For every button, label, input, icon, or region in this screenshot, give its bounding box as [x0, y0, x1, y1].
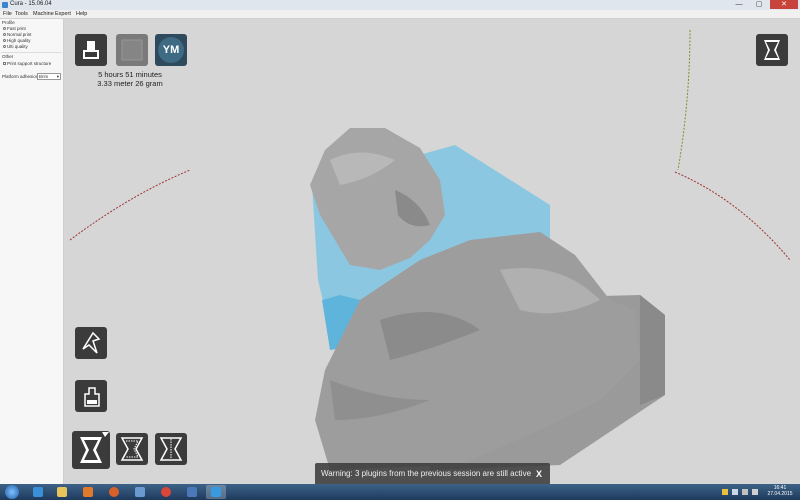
profile-normal[interactable]: Normal print [3, 32, 32, 37]
menu-expert[interactable]: Expert [55, 11, 71, 17]
scale-icon [84, 387, 100, 407]
print-icon [121, 39, 143, 61]
taskbar-clock[interactable]: 16:41 27.04.2015 [762, 485, 798, 497]
taskbar-firefox[interactable] [104, 485, 124, 499]
profile-ulti[interactable]: Ulti quality [3, 44, 28, 49]
close-button[interactable]: ✕ [770, 0, 798, 9]
profile-high[interactable]: High quality [3, 38, 31, 43]
scene-canvas [69, 29, 791, 470]
mirror-x-button[interactable] [116, 433, 148, 465]
3d-viewport[interactable] [64, 19, 800, 484]
print-info: 5 hours 51 minutes 3.33 meter 26 gram [90, 70, 170, 88]
user-account-button[interactable]: YM [155, 34, 187, 66]
mirror-x-icon [120, 437, 144, 461]
clock-date: 27.04.2015 [767, 491, 793, 497]
tray-volume-icon[interactable] [752, 489, 758, 495]
warning-notification: Warning: 3 plugins from the previous ses… [315, 463, 550, 485]
radio-icon [3, 39, 6, 43]
mirror-y-icon [159, 437, 183, 461]
load-model-icon [83, 41, 99, 59]
minimize-button[interactable]: — [730, 0, 748, 9]
app-icon [2, 2, 8, 8]
rotate-icon [82, 331, 101, 354]
view-mode-button[interactable] [756, 34, 788, 66]
other-label: Other [2, 54, 14, 59]
tray-monitor-icon[interactable] [732, 489, 738, 495]
window-title: Cura - 15.06.04 [10, 1, 52, 7]
browser-icon [33, 487, 43, 497]
checkbox-icon [3, 62, 6, 66]
mirror-icon [80, 432, 109, 463]
profile-fast[interactable]: Fast print [3, 26, 26, 31]
rotate-tool-button[interactable] [75, 327, 107, 359]
firefox-icon [109, 487, 119, 497]
build-plate-edge-left [69, 169, 191, 241]
taskbar-app2[interactable] [182, 485, 202, 499]
warning-close-button[interactable]: X [532, 463, 546, 485]
menu-file[interactable]: File [3, 11, 12, 17]
taskbar-media[interactable] [78, 485, 98, 499]
radio-icon [3, 27, 6, 31]
folder-icon [57, 487, 67, 497]
material-usage: 3.33 meter 26 gram [97, 79, 163, 88]
build-volume-edge [677, 29, 691, 171]
cura-icon [211, 487, 221, 497]
radio-icon [3, 33, 6, 37]
print-button[interactable] [116, 34, 148, 66]
menu-tools[interactable]: Tools [15, 11, 28, 17]
mirror-tool-button[interactable] [72, 431, 110, 469]
divider [1, 52, 62, 53]
settings-panel: Profile Fast print Normal print High qua… [0, 19, 64, 484]
app-icon [135, 487, 145, 497]
taskbar-app[interactable] [130, 485, 150, 499]
menu-machine[interactable]: Machine [33, 11, 54, 17]
warning-text: Warning: 3 plugins from the previous ses… [321, 469, 532, 478]
tray-network-icon[interactable] [742, 489, 748, 495]
taskbar-chrome[interactable] [156, 485, 176, 499]
support-checkbox[interactable]: Print support structure [3, 61, 51, 66]
taskbar: 16:41 27.04.2015 [0, 484, 800, 500]
maximize-button[interactable]: ▢ [750, 0, 768, 9]
taskbar-cura[interactable] [206, 485, 226, 499]
taskbar-explorer[interactable] [52, 485, 72, 499]
build-plate-edge-right [674, 171, 791, 261]
media-icon [83, 487, 93, 497]
adhesion-label: Platform adhesion [2, 74, 39, 79]
view-mode-icon [764, 40, 780, 60]
chevron-down-icon: ▾ [56, 74, 59, 79]
adhesion-select[interactable]: Brim ▾ [37, 73, 61, 80]
tray-flag-icon[interactable] [722, 489, 728, 495]
model-base-side [640, 295, 665, 405]
app-icon [187, 487, 197, 497]
title-bar: Cura - 15.06.04 — ▢ ✕ [0, 0, 800, 10]
chrome-icon [161, 487, 171, 497]
taskbar-ie[interactable] [28, 485, 48, 499]
scale-tool-button[interactable] [75, 380, 107, 412]
menu-bar: File Tools Machine Expert Help [0, 10, 800, 19]
start-button[interactable] [2, 484, 22, 500]
mirror-y-button[interactable] [155, 433, 187, 465]
profile-label: Profile [2, 20, 15, 25]
load-model-button[interactable] [75, 34, 107, 66]
radio-icon [3, 45, 6, 49]
menu-help[interactable]: Help [76, 11, 87, 17]
user-initials: YM [162, 44, 180, 56]
print-time: 5 hours 51 minutes [98, 70, 162, 79]
